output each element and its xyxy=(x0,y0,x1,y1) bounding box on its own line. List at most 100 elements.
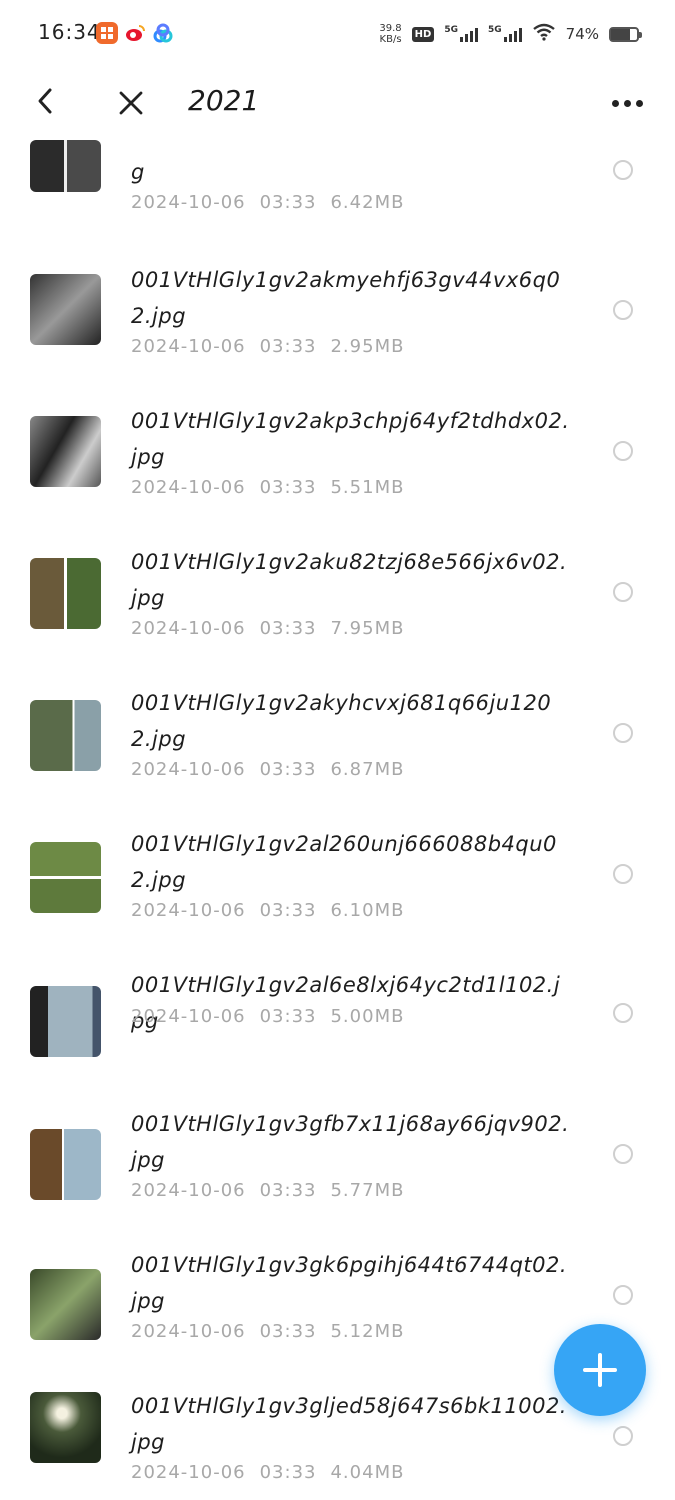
file-meta: 2024-10-06 03:33 6.87MB xyxy=(131,759,418,780)
battery-icon xyxy=(609,26,642,42)
select-radio[interactable] xyxy=(613,723,633,743)
close-button[interactable] xyxy=(112,84,150,122)
signal-icon: 5G xyxy=(444,26,478,42)
file-name: 001VtHlGly1gv2akp3chpj64yf2tdhdx02.jpg xyxy=(131,409,570,469)
file-meta: 2024-10-06 03:33 4.04MB xyxy=(131,1462,418,1483)
file-name: 001VtHlGly1gv2al260unj666088b4qu02.jpg xyxy=(131,832,557,892)
page-title: 2021 xyxy=(188,84,260,117)
file-time: 03:33 xyxy=(259,618,317,639)
file-date: 2024-10-06 xyxy=(131,192,246,213)
file-thumbnail xyxy=(30,1129,101,1200)
select-radio[interactable] xyxy=(613,1003,633,1023)
select-radio[interactable] xyxy=(613,300,633,320)
close-icon xyxy=(119,91,143,115)
file-size: 6.87MB xyxy=(330,759,405,780)
file-date: 2024-10-06 xyxy=(131,618,246,639)
file-time: 03:33 xyxy=(259,477,317,498)
file-date: 2024-10-06 xyxy=(131,336,246,357)
list-item[interactable]: 001VtHlGly1gv2akmyehfj63gv44vx6q02.jpg 20… xyxy=(0,258,675,388)
file-name: 001VtHlGly1gv2al6e8lxj64yc2td1l102.jpg xyxy=(131,973,561,1033)
select-radio[interactable] xyxy=(613,441,633,461)
file-size: 5.00MB xyxy=(330,1006,405,1027)
file-date: 2024-10-06 xyxy=(131,1321,246,1342)
back-button[interactable] xyxy=(28,84,62,118)
file-size: 7.95MB xyxy=(330,618,405,639)
file-date: 2024-10-06 xyxy=(131,1006,246,1027)
battery-percent: 74% xyxy=(565,25,599,43)
status-indicators: 39.8 KB/s HD 5G 5G 74% xyxy=(379,18,642,50)
file-name: 001VtHlGly1gv3gfb7x11j68ay66jqv902.jpg xyxy=(131,1112,570,1172)
more-horizontal-icon xyxy=(611,99,619,107)
wifi-icon xyxy=(532,23,556,45)
file-date: 2024-10-06 xyxy=(131,1180,246,1201)
file-name: 001VtHlGly1gv3gljed58j647s6bk11002.jpg xyxy=(131,1394,567,1454)
file-thumbnail xyxy=(30,842,101,913)
title-bar: 2021 xyxy=(0,66,675,140)
file-thumbnail xyxy=(30,1269,101,1340)
file-name: 001VtHlGly1gv2akmyehfj63gv44vx6q02.jpg xyxy=(131,268,561,328)
plus-icon xyxy=(583,1353,617,1387)
file-size: 5.77MB xyxy=(330,1180,405,1201)
file-time: 03:33 xyxy=(259,1006,317,1027)
baidu-netdisk-icon xyxy=(152,22,174,44)
file-meta: 2024-10-06 03:33 6.10MB xyxy=(131,900,418,921)
add-button[interactable] xyxy=(554,1324,646,1416)
file-size: 6.10MB xyxy=(330,900,405,921)
hd-icon: HD xyxy=(411,26,435,42)
file-thumbnail xyxy=(30,1392,101,1463)
file-meta: 2024-10-06 03:33 2.95MB xyxy=(131,336,418,357)
file-time: 03:33 xyxy=(259,1321,317,1342)
more-button[interactable] xyxy=(607,88,647,118)
select-radio[interactable] xyxy=(613,1285,633,1305)
app-orange-icon xyxy=(96,22,118,44)
file-thumbnail xyxy=(30,986,101,1057)
file-meta: 2024-10-06 03:33 7.95MB xyxy=(131,618,418,639)
file-size: 2.95MB xyxy=(330,336,405,357)
file-name: g xyxy=(131,160,145,184)
file-meta: 2024-10-06 03:33 5.77MB xyxy=(131,1180,418,1201)
list-item[interactable]: g 2024-10-06 03:33 6.42MB xyxy=(0,140,675,270)
network-speed: 39.8 KB/s xyxy=(379,23,402,45)
file-thumbnail xyxy=(30,700,101,771)
signal-icon-2: 5G xyxy=(488,26,522,42)
file-time: 03:33 xyxy=(259,1462,317,1483)
weibo-icon xyxy=(124,22,146,44)
file-thumbnail xyxy=(30,274,101,345)
file-time: 03:33 xyxy=(259,336,317,357)
select-radio[interactable] xyxy=(613,160,633,180)
file-time: 03:33 xyxy=(259,759,317,780)
file-time: 03:33 xyxy=(259,192,317,213)
select-radio[interactable] xyxy=(613,582,633,602)
file-date: 2024-10-06 xyxy=(131,759,246,780)
file-meta: 2024-10-06 03:33 6.42MB xyxy=(131,192,418,213)
status-bar: 16:34 39.8 KB/s HD 5G 5G 74% xyxy=(0,0,675,66)
chevron-left-icon xyxy=(38,88,52,114)
file-date: 2024-10-06 xyxy=(131,477,246,498)
list-item[interactable]: 001VtHlGly1gv2al6e8lxj64yc2td1l102.jpg 20… xyxy=(0,963,675,1093)
file-list[interactable]: g 2024-10-06 03:33 6.42MB 001VtHlGly1gv2akmy… xyxy=(0,140,675,1500)
file-time: 03:33 xyxy=(259,1180,317,1201)
file-date: 2024-10-06 xyxy=(131,900,246,921)
file-meta: 2024-10-06 03:33 5.12MB xyxy=(131,1321,418,1342)
file-date: 2024-10-06 xyxy=(131,1462,246,1483)
file-size: 5.51MB xyxy=(330,477,405,498)
file-size: 4.04MB xyxy=(330,1462,405,1483)
file-thumbnail xyxy=(30,140,101,192)
file-size: 6.42MB xyxy=(330,192,405,213)
list-item[interactable]: 001VtHlGly1gv2akp3chpj64yf2tdhdx02.jpg 20… xyxy=(0,399,675,529)
select-radio[interactable] xyxy=(613,1426,633,1446)
file-time: 03:33 xyxy=(259,900,317,921)
file-name: 001VtHlGly1gv2akyhcvxj681q66ju1202.jpg xyxy=(131,691,552,751)
file-meta: 2024-10-06 03:33 5.00MB xyxy=(131,1006,418,1027)
file-name: 001VtHlGly1gv2aku82tzj68e566jx6v02.jpg xyxy=(131,550,568,610)
list-item[interactable]: 001VtHlGly1gv2akyhcvxj681q66ju1202.jpg 20… xyxy=(0,681,675,811)
file-thumbnail xyxy=(30,416,101,487)
file-size: 5.12MB xyxy=(330,1321,405,1342)
status-time: 16:34 xyxy=(38,20,101,44)
list-item[interactable]: 001VtHlGly1gv3gfb7x11j68ay66jqv902.jpg 20… xyxy=(0,1102,675,1232)
list-item[interactable]: 001VtHlGly1gv2al260unj666088b4qu02.jpg 20… xyxy=(0,822,675,952)
select-radio[interactable] xyxy=(613,864,633,884)
file-meta: 2024-10-06 03:33 5.51MB xyxy=(131,477,418,498)
list-item[interactable]: 001VtHlGly1gv2aku82tzj68e566jx6v02.jpg 20… xyxy=(0,540,675,670)
select-radio[interactable] xyxy=(613,1144,633,1164)
